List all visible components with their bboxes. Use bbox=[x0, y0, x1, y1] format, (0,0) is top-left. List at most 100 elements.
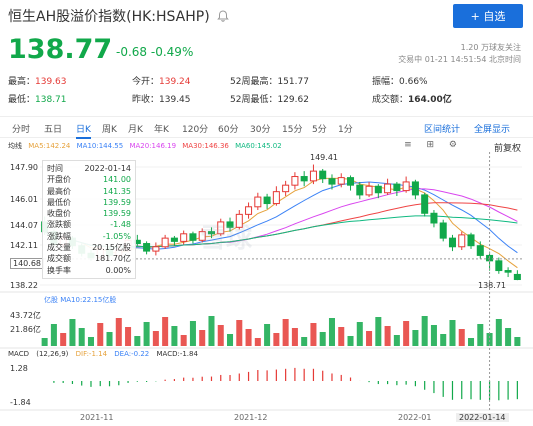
stat-prev-close: 昨收：139.45 bbox=[132, 95, 191, 105]
kline-chart[interactable]: 均线 MA5:142.24 MA10:144.55 MA20:146.19 MA… bbox=[0, 138, 533, 426]
volume-bar bbox=[338, 327, 345, 346]
candle-body bbox=[365, 185, 373, 196]
candle-body bbox=[421, 194, 429, 214]
tooltip-row: 涨跌额 -1.48 bbox=[47, 220, 131, 230]
tooltip-row: 最低价 139.59 bbox=[47, 197, 131, 207]
tooltip-row: 收盘价 139.59 bbox=[47, 209, 131, 219]
candle-body bbox=[282, 184, 290, 193]
stat-high: 最高：139.63 bbox=[8, 77, 67, 87]
volume-bar bbox=[291, 328, 298, 346]
crosshair-price-tag: 140.68 bbox=[10, 258, 44, 269]
volume-bar bbox=[254, 338, 261, 346]
macd-bottom-label: -1.84 bbox=[10, 398, 31, 407]
fullscreen-link[interactable]: 全屏显示 bbox=[474, 122, 510, 135]
candle-body bbox=[513, 273, 521, 281]
volume-bar bbox=[41, 338, 48, 346]
candle-body bbox=[309, 170, 317, 182]
tab-monthly-k[interactable]: 月K bbox=[128, 122, 143, 135]
volume-bar bbox=[87, 337, 94, 346]
volume-bar bbox=[477, 324, 484, 346]
candle-body bbox=[161, 237, 169, 248]
followers-count: 1.20 万球友关注 bbox=[460, 43, 521, 52]
current-price: 138.77 bbox=[8, 34, 113, 65]
volume-bar bbox=[347, 336, 354, 346]
volume-bar bbox=[319, 332, 326, 346]
candle-body bbox=[189, 233, 197, 241]
volume-bar bbox=[60, 333, 67, 346]
candle-body bbox=[245, 206, 253, 215]
candle-body bbox=[374, 185, 382, 194]
candle-body bbox=[393, 183, 401, 192]
trade-time: 交易中 01-21 14:51:54 北京时间 bbox=[398, 55, 521, 64]
volume-bar bbox=[449, 320, 456, 346]
y-tick-label: 146.01 bbox=[10, 195, 38, 204]
stat-open: 今开：139.24 bbox=[132, 77, 191, 87]
bell-icon[interactable] bbox=[216, 9, 230, 23]
period-tabs: 分时 五日 日K 周K 月K 年K 120分 60分 30分 15分 5分 1分… bbox=[0, 116, 533, 139]
y-tick-label: 144.07 bbox=[10, 221, 38, 230]
volume-bar bbox=[134, 336, 141, 346]
x-tick-label: 2022-01 bbox=[398, 413, 432, 422]
tooltip-row: 时间 2022-01-14 bbox=[47, 164, 131, 173]
candle-body bbox=[347, 177, 355, 186]
y-tick-label: 142.11 bbox=[10, 241, 38, 250]
volume-bar bbox=[125, 327, 132, 346]
candle-body bbox=[143, 243, 151, 252]
volume-bar bbox=[403, 321, 410, 346]
tab-60min[interactable]: 60分 bbox=[218, 122, 238, 135]
volume-bar bbox=[264, 324, 271, 346]
volume-bar bbox=[366, 331, 373, 346]
macd-params: (12,26,9) bbox=[36, 350, 69, 358]
candle-body bbox=[458, 234, 466, 248]
volume-bar bbox=[282, 319, 289, 346]
change-value: -0.68 bbox=[116, 45, 148, 59]
stat-low: 最低：138.71 bbox=[8, 95, 67, 105]
y-tick-label: 147.90 bbox=[10, 163, 38, 172]
add-button-label: + 自选 bbox=[470, 10, 506, 23]
tab-weekly-k[interactable]: 周K bbox=[102, 122, 117, 135]
candle-body bbox=[272, 191, 280, 205]
candle-body bbox=[170, 237, 178, 242]
stat-52w-low: 52周最低：129.62 bbox=[230, 95, 309, 105]
tooltip-row: 最高价 141.35 bbox=[47, 186, 131, 196]
candle-body bbox=[448, 237, 456, 248]
stat-amplitude: 振幅：0.66% bbox=[372, 77, 428, 87]
tab-30min[interactable]: 30分 bbox=[250, 122, 270, 135]
tab-five-day[interactable]: 五日 bbox=[44, 122, 62, 135]
range-stats-link[interactable]: 区间统计 bbox=[424, 122, 460, 135]
volume-bar bbox=[217, 325, 224, 346]
quote-meta: 1.20 万球友关注 交易中 01-21 14:51:54 北京时间 bbox=[398, 42, 521, 66]
tab-15min[interactable]: 15分 bbox=[282, 122, 302, 135]
volume-bar bbox=[505, 328, 512, 346]
tooltip-row: 开盘价 141.00 bbox=[47, 175, 131, 185]
tab-5min[interactable]: 5分 bbox=[312, 122, 327, 135]
volume-bar bbox=[171, 326, 178, 346]
candle-body bbox=[495, 260, 503, 272]
tooltip-row: 成交量 20.15亿股 bbox=[47, 243, 131, 253]
volume-bar bbox=[384, 326, 391, 346]
volume-bar bbox=[393, 335, 400, 346]
tab-intraday[interactable]: 分时 bbox=[12, 122, 30, 135]
volume-max-label: 43.72亿 bbox=[10, 311, 41, 320]
candle-body bbox=[319, 170, 327, 180]
volume-bar bbox=[375, 317, 382, 346]
volume-bar bbox=[245, 329, 252, 346]
tab-120min[interactable]: 120分 bbox=[182, 122, 208, 135]
tab-yearly-k[interactable]: 年K bbox=[154, 122, 169, 135]
add-to-watchlist-button[interactable]: + 自选 bbox=[453, 4, 523, 28]
volume-bar bbox=[440, 334, 447, 346]
volume-bar bbox=[301, 337, 308, 346]
candle-body bbox=[300, 176, 308, 182]
candle-body bbox=[402, 181, 410, 192]
macd-top-label: 1.28 bbox=[10, 364, 28, 373]
candle-body bbox=[152, 246, 160, 252]
max-price-label: 149.41 bbox=[310, 153, 338, 162]
volume-bar bbox=[412, 330, 419, 346]
tab-daily-k[interactable]: 日K bbox=[76, 122, 91, 139]
tab-1min[interactable]: 1分 bbox=[338, 122, 353, 135]
candle-body bbox=[180, 233, 188, 242]
volume-mid-label: 21.86亿 bbox=[10, 325, 41, 334]
tooltip-row: 成交额 181.70亿 bbox=[47, 254, 131, 264]
crosshair-date-tag: 2022-01-14 bbox=[456, 413, 509, 422]
volume-bar bbox=[495, 319, 502, 346]
